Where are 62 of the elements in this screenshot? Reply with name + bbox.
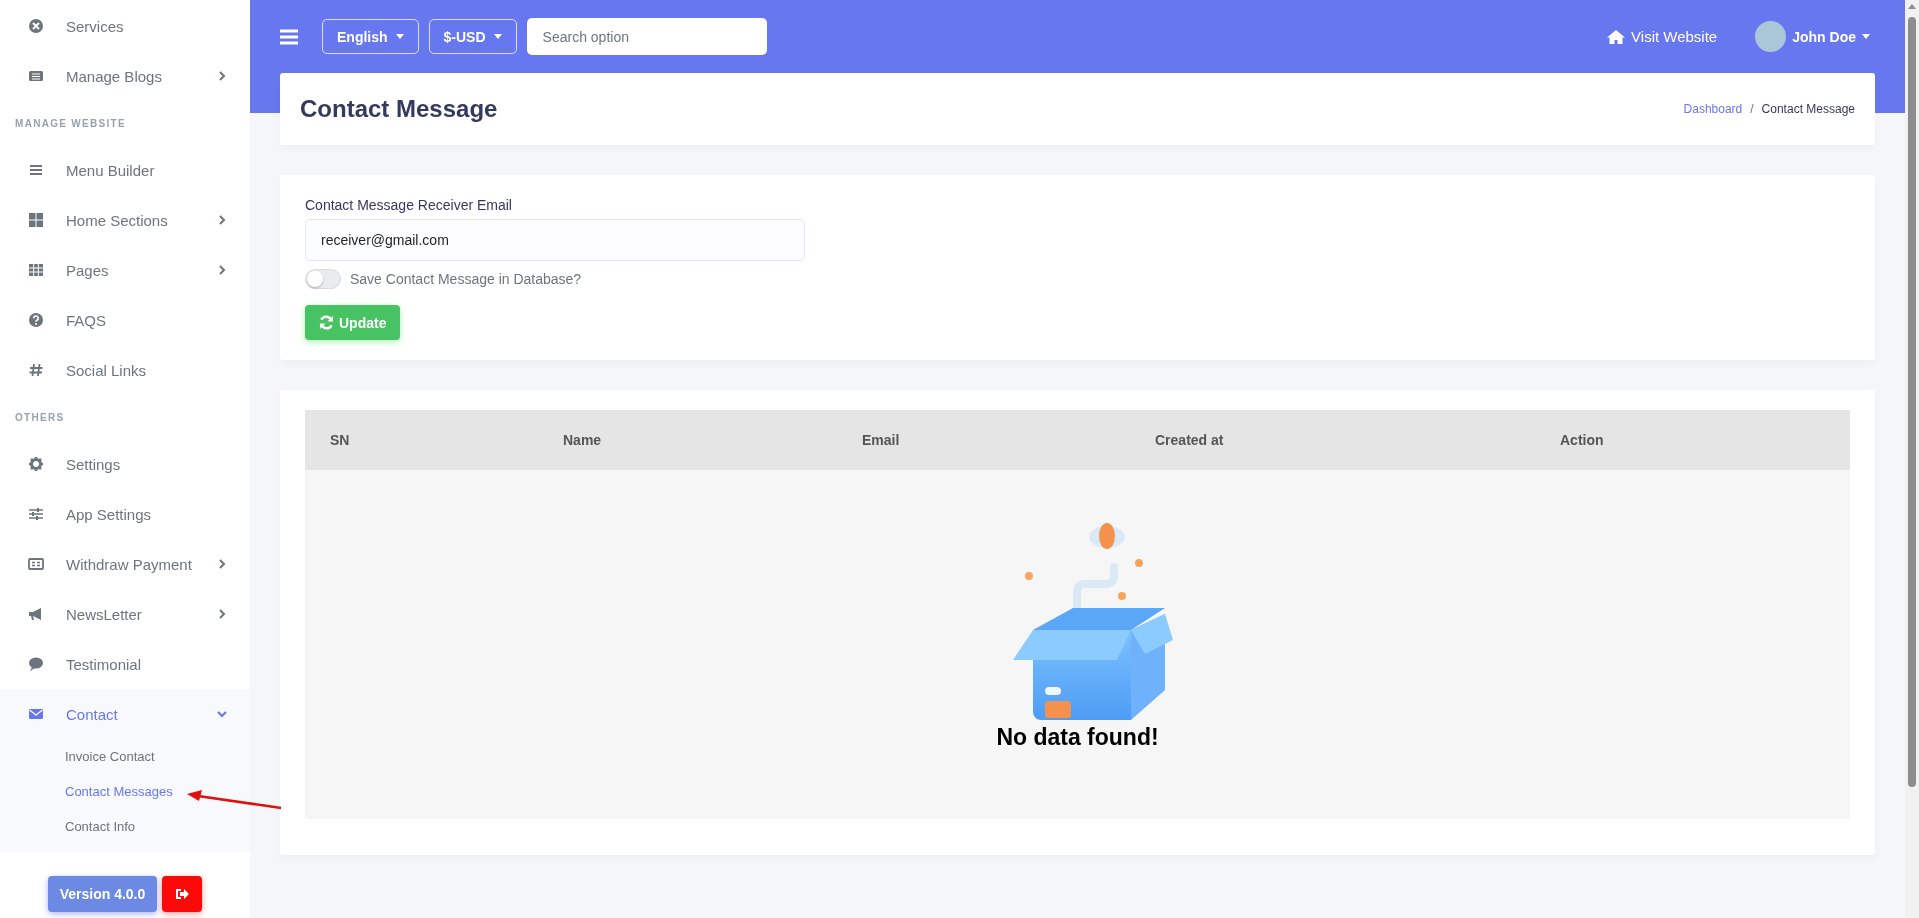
sidebar-item[interactable]: Services [0,1,250,51]
megaphone-icon [28,606,44,622]
section-heading: MANAGE WEBSITE [14,116,127,131]
gear-icon [28,456,44,472]
envelope-icon [28,706,44,722]
column-header: Email [862,432,901,448]
grid-icon [28,262,44,278]
newspaper-icon [28,68,44,84]
four-squares-icon [28,212,44,228]
sidebar-item[interactable]: FAQS [0,295,250,345]
sidebar-item[interactable]: Home Sections [0,195,250,245]
breadcrumb-separator: / [1750,102,1754,116]
column-header: Action [1560,432,1605,448]
caret-icon [395,34,404,39]
sidebar-item[interactable]: Settings [0,439,250,489]
speech-bubble-icon [28,656,44,672]
sidebar-item[interactable]: NewsLetter [0,589,250,639]
sidebar-item[interactable]: Manage Blogs [0,51,250,101]
currency-dropdown[interactable]: $-USD [428,19,517,54]
column-header: SN [330,432,351,448]
sidebar-item[interactable]: Social Links [0,345,250,395]
visit-website-link[interactable]: Visit Website [1606,28,1718,45]
page-title: Contact Message [300,95,498,123]
email-field[interactable]: receiver@gmail.com [305,219,805,261]
menu-icon [280,28,298,45]
hash-icon [28,362,44,378]
submenu-item[interactable]: Contact Info [65,809,250,844]
toggle-switch[interactable] [305,269,341,289]
question-icon [28,312,44,328]
search-field[interactable]: Search option [526,18,767,55]
language-dropdown[interactable]: English [322,19,419,54]
field-label: Contact Message Receiver Email [305,197,513,213]
circle-cross-icon [28,18,44,34]
submenu-item[interactable]: Contact Messages [65,774,250,809]
avatar-placeholder [1755,21,1787,52]
home-icon [1606,28,1627,45]
submenu-item[interactable]: Invoice Contact [65,739,250,774]
section-heading: OTHERS [14,410,66,425]
scrollbar[interactable] [1905,0,1919,918]
menu-icon [28,162,44,178]
scroll-up-icon[interactable] [1908,4,1916,9]
breadcrumb-current: Contact Message [1761,102,1855,116]
breadcrumb-link[interactable]: Dashboard [1683,102,1743,116]
sidebar-item[interactable]: Testimonial [0,639,250,689]
caret-icon [1862,34,1870,39]
version-button[interactable]: Version 4.0.0 [47,876,158,912]
user-menu[interactable]: John Doe [1755,21,1870,52]
sliders-icon [28,506,44,522]
logout-icon [175,888,190,900]
sidebar-item[interactable]: App Settings [0,489,250,539]
caret-icon [493,34,502,39]
column-header: Created at [1155,432,1225,448]
card-icon [28,556,44,572]
sidebar-item[interactable]: Pages [0,245,250,295]
column-header: Name [563,432,603,448]
toggle-label: Save Contact Message in Database? [350,271,582,287]
sidebar-item[interactable]: Contact [0,689,250,739]
sidebar-item[interactable]: Withdraw Payment [0,539,250,589]
refresh-icon [319,315,334,330]
sidebar-item[interactable]: Menu Builder [0,145,250,195]
logout-button[interactable] [162,876,203,912]
empty-message: No data found! [996,724,1159,751]
